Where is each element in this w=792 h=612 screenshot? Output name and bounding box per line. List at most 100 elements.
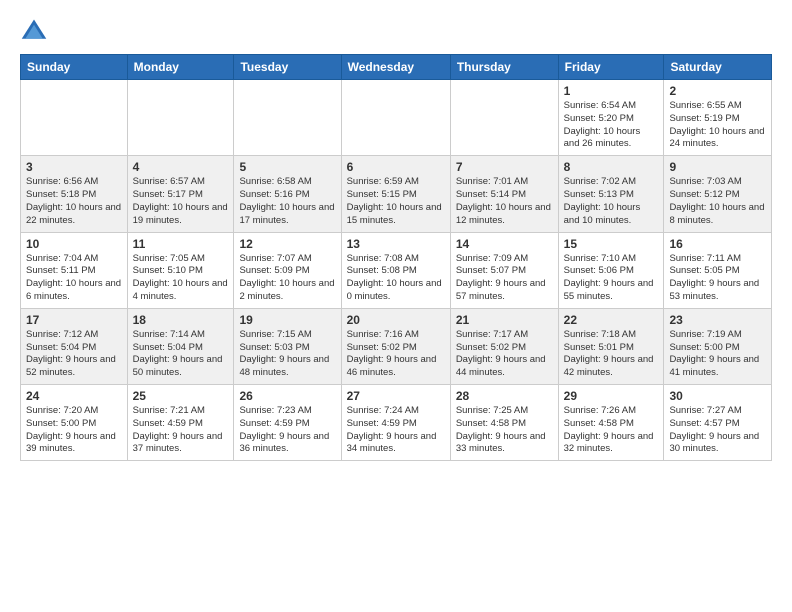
day-info: Sunrise: 7:19 AMSunset: 5:00 PMDaylight:… [669, 329, 766, 380]
day-number: 3 [26, 160, 122, 174]
calendar: SundayMondayTuesdayWednesdayThursdayFrid… [20, 54, 772, 461]
day-cell: 15 Sunrise: 7:10 AMSunset: 5:06 PMDayligh… [558, 232, 664, 308]
day-number: 5 [239, 160, 335, 174]
day-number: 30 [669, 389, 766, 403]
day-cell: 28 Sunrise: 7:25 AMSunset: 4:58 PMDayligh… [450, 385, 558, 461]
day-cell: 16 Sunrise: 7:11 AMSunset: 5:05 PMDayligh… [664, 232, 772, 308]
day-number: 29 [564, 389, 659, 403]
day-info: Sunrise: 7:26 AMSunset: 4:58 PMDaylight:… [564, 405, 659, 456]
day-cell: 14 Sunrise: 7:09 AMSunset: 5:07 PMDayligh… [450, 232, 558, 308]
day-info: Sunrise: 7:25 AMSunset: 4:58 PMDaylight:… [456, 405, 553, 456]
day-cell: 21 Sunrise: 7:17 AMSunset: 5:02 PMDayligh… [450, 308, 558, 384]
day-info: Sunrise: 7:17 AMSunset: 5:02 PMDaylight:… [456, 329, 553, 380]
day-number: 20 [347, 313, 445, 327]
day-info: Sunrise: 7:03 AMSunset: 5:12 PMDaylight:… [669, 176, 766, 227]
day-cell: 27Sunrise: 7:24 AMSunset: 4:59 PMDayligh… [341, 385, 450, 461]
day-info: Sunrise: 6:55 AMSunset: 5:19 PMDaylight:… [669, 100, 766, 151]
logo [20, 16, 52, 44]
day-cell [21, 80, 128, 156]
day-number: 2 [669, 84, 766, 98]
day-info: Sunrise: 7:18 AMSunset: 5:01 PMDaylight:… [564, 329, 659, 380]
weekday-header-row: SundayMondayTuesdayWednesdayThursdayFrid… [21, 55, 772, 80]
day-number: 11 [133, 237, 229, 251]
day-cell: 23 Sunrise: 7:19 AMSunset: 5:00 PMDayligh… [664, 308, 772, 384]
week-row-2: 3 Sunrise: 6:56 AMSunset: 5:18 PMDaylight… [21, 156, 772, 232]
day-number: 25 [133, 389, 229, 403]
day-cell: 2 Sunrise: 6:55 AMSunset: 5:19 PMDaylight… [664, 80, 772, 156]
day-number: 26 [239, 389, 335, 403]
day-number: 17 [26, 313, 122, 327]
weekday-header-wednesday: Wednesday [341, 55, 450, 80]
day-cell: 24 Sunrise: 7:20 AMSunset: 5:00 PMDayligh… [21, 385, 128, 461]
day-info: Sunrise: 7:15 AMSunset: 5:03 PMDaylight:… [239, 329, 335, 380]
day-info: Sunrise: 7:04 AMSunset: 5:11 PMDaylight:… [26, 253, 122, 304]
day-info: Sunrise: 6:58 AMSunset: 5:16 PMDaylight:… [239, 176, 335, 227]
page: SundayMondayTuesdayWednesdayThursdayFrid… [0, 0, 792, 477]
day-cell: 5 Sunrise: 6:58 AMSunset: 5:16 PMDaylight… [234, 156, 341, 232]
day-number: 15 [564, 237, 659, 251]
day-info: Sunrise: 7:16 AMSunset: 5:02 PMDaylight:… [347, 329, 445, 380]
day-cell: 12Sunrise: 7:07 AMSunset: 5:09 PMDayligh… [234, 232, 341, 308]
day-number: 18 [133, 313, 229, 327]
day-info: Sunrise: 6:57 AMSunset: 5:17 PMDaylight:… [133, 176, 229, 227]
day-cell: 30Sunrise: 7:27 AMSunset: 4:57 PMDayligh… [664, 385, 772, 461]
weekday-header-sunday: Sunday [21, 55, 128, 80]
day-cell: 26 Sunrise: 7:23 AMSunset: 4:59 PMDayligh… [234, 385, 341, 461]
day-cell: 9 Sunrise: 7:03 AMSunset: 5:12 PMDaylight… [664, 156, 772, 232]
day-cell [450, 80, 558, 156]
day-number: 28 [456, 389, 553, 403]
day-cell: 18 Sunrise: 7:14 AMSunset: 5:04 PMDayligh… [127, 308, 234, 384]
day-info: Sunrise: 7:11 AMSunset: 5:05 PMDaylight:… [669, 253, 766, 304]
weekday-header-monday: Monday [127, 55, 234, 80]
day-cell: 7Sunrise: 7:01 AMSunset: 5:14 PMDaylight… [450, 156, 558, 232]
day-number: 14 [456, 237, 553, 251]
day-info: Sunrise: 7:12 AMSunset: 5:04 PMDaylight:… [26, 329, 122, 380]
day-info: Sunrise: 6:54 AMSunset: 5:20 PMDaylight:… [564, 100, 659, 151]
day-info: Sunrise: 7:14 AMSunset: 5:04 PMDaylight:… [133, 329, 229, 380]
day-number: 13 [347, 237, 445, 251]
day-info: Sunrise: 7:09 AMSunset: 5:07 PMDaylight:… [456, 253, 553, 304]
header [20, 16, 772, 44]
day-cell: 17 Sunrise: 7:12 AMSunset: 5:04 PMDayligh… [21, 308, 128, 384]
day-cell: 4 Sunrise: 6:57 AMSunset: 5:17 PMDaylight… [127, 156, 234, 232]
day-info: Sunrise: 7:23 AMSunset: 4:59 PMDaylight:… [239, 405, 335, 456]
day-number: 23 [669, 313, 766, 327]
week-row-5: 24 Sunrise: 7:20 AMSunset: 5:00 PMDayligh… [21, 385, 772, 461]
day-number: 21 [456, 313, 553, 327]
weekday-header-friday: Friday [558, 55, 664, 80]
weekday-header-thursday: Thursday [450, 55, 558, 80]
day-cell: 3 Sunrise: 6:56 AMSunset: 5:18 PMDaylight… [21, 156, 128, 232]
day-number: 22 [564, 313, 659, 327]
day-number: 4 [133, 160, 229, 174]
day-info: Sunrise: 7:08 AMSunset: 5:08 PMDaylight:… [347, 253, 445, 304]
day-cell [127, 80, 234, 156]
day-info: Sunrise: 6:56 AMSunset: 5:18 PMDaylight:… [26, 176, 122, 227]
day-number: 1 [564, 84, 659, 98]
day-number: 24 [26, 389, 122, 403]
day-cell: 25Sunrise: 7:21 AMSunset: 4:59 PMDayligh… [127, 385, 234, 461]
day-cell: 19 Sunrise: 7:15 AMSunset: 5:03 PMDayligh… [234, 308, 341, 384]
day-number: 10 [26, 237, 122, 251]
day-cell: 11 Sunrise: 7:05 AMSunset: 5:10 PMDayligh… [127, 232, 234, 308]
day-info: Sunrise: 7:10 AMSunset: 5:06 PMDaylight:… [564, 253, 659, 304]
day-info: Sunrise: 7:07 AMSunset: 5:09 PMDaylight:… [239, 253, 335, 304]
day-cell: 6 Sunrise: 6:59 AMSunset: 5:15 PMDaylight… [341, 156, 450, 232]
day-info: Sunrise: 7:02 AMSunset: 5:13 PMDaylight:… [564, 176, 659, 227]
day-info: Sunrise: 7:01 AMSunset: 5:14 PMDaylight:… [456, 176, 553, 227]
week-row-1: 1 Sunrise: 6:54 AMSunset: 5:20 PMDaylight… [21, 80, 772, 156]
day-cell: 29 Sunrise: 7:26 AMSunset: 4:58 PMDayligh… [558, 385, 664, 461]
day-info: Sunrise: 7:05 AMSunset: 5:10 PMDaylight:… [133, 253, 229, 304]
weekday-header-tuesday: Tuesday [234, 55, 341, 80]
day-cell [341, 80, 450, 156]
day-info: Sunrise: 7:20 AMSunset: 5:00 PMDaylight:… [26, 405, 122, 456]
day-number: 27 [347, 389, 445, 403]
day-number: 6 [347, 160, 445, 174]
day-number: 19 [239, 313, 335, 327]
day-cell: 20 Sunrise: 7:16 AMSunset: 5:02 PMDayligh… [341, 308, 450, 384]
day-number: 16 [669, 237, 766, 251]
day-number: 8 [564, 160, 659, 174]
day-cell: 1 Sunrise: 6:54 AMSunset: 5:20 PMDaylight… [558, 80, 664, 156]
day-info: Sunrise: 6:59 AMSunset: 5:15 PMDaylight:… [347, 176, 445, 227]
week-row-3: 10 Sunrise: 7:04 AMSunset: 5:11 PMDayligh… [21, 232, 772, 308]
day-number: 9 [669, 160, 766, 174]
